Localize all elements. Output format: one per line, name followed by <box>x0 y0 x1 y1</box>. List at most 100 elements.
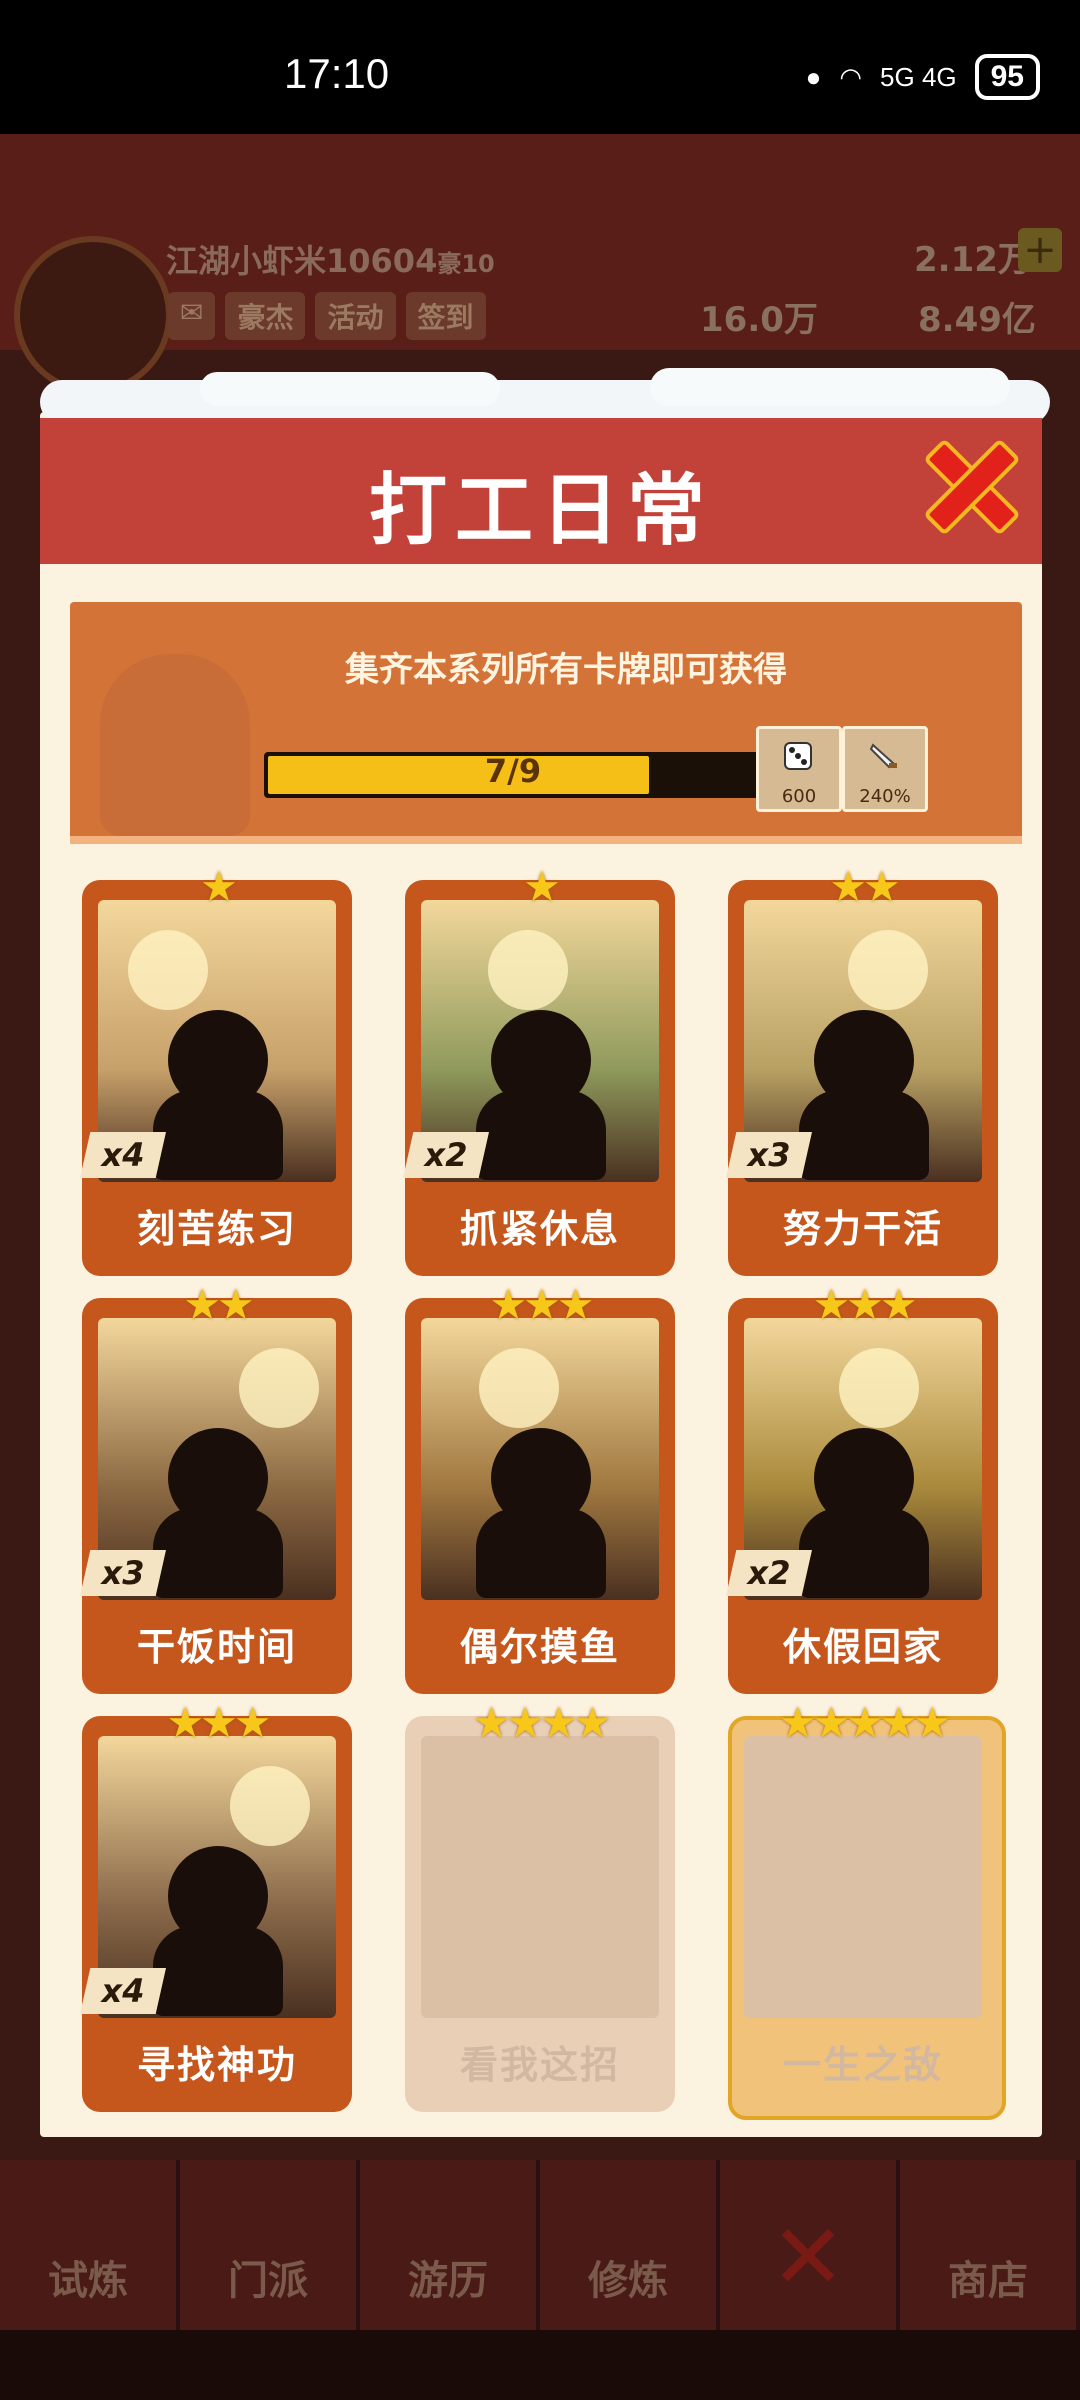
close-button[interactable] <box>924 438 1012 526</box>
card-count-badge: x2 <box>726 1550 812 1596</box>
sun-decoration <box>230 1766 310 1846</box>
reward-sword-value: 240% <box>859 786 911 807</box>
card-artwork <box>421 1318 659 1600</box>
star-rating-icon: ★★★★ <box>472 1698 612 1747</box>
card-count-badge: x2 <box>403 1132 489 1178</box>
card-name: 寻找神功 <box>136 2043 297 2087</box>
sun-decoration <box>479 1348 559 1428</box>
star-rating-icon: ★★★★★ <box>778 1698 951 1747</box>
dialog-title: 打工日常 <box>368 466 713 556</box>
sun-decoration <box>848 930 928 1010</box>
battery-icon: 95 <box>974 54 1040 100</box>
card-count-badge: x4 <box>80 1968 166 2014</box>
card-name: 一生之敌 <box>782 2043 943 2087</box>
card-item[interactable]: ★ 刻苦练习 x4 <box>80 862 352 1276</box>
sun-decoration <box>239 1348 319 1428</box>
reward-dice-value: 600 <box>781 786 817 807</box>
ninja-body-icon <box>799 1508 929 1598</box>
nav-cultivate[interactable]: 修炼 <box>540 2160 720 2330</box>
reward-sword[interactable]: 240% <box>842 726 928 812</box>
card-item[interactable]: ★★★ 寻找神功 x4 <box>80 1698 352 2112</box>
card-name: 偶尔摸鱼 <box>459 1625 620 1669</box>
star-rating-icon: ★★ <box>829 862 900 911</box>
activity-button[interactable]: 活动 <box>315 292 396 340</box>
banner-text: 集齐本系列所有卡牌即可获得 <box>345 650 787 690</box>
gems-value: 2.12万 <box>914 240 1032 280</box>
sword-icon <box>869 743 897 769</box>
signal-icon: 5G 4G <box>880 61 957 92</box>
wifi-icon: ◠ <box>839 61 863 92</box>
card-name: 抓紧休息 <box>459 1207 620 1251</box>
nav-trial[interactable]: 试炼 <box>0 2160 180 2330</box>
location-icon: ● <box>805 61 822 92</box>
nav-trial-label: 试炼 <box>48 2258 128 2304</box>
close-icon: ✕ <box>770 2205 846 2310</box>
dice-icon <box>784 742 812 770</box>
nav-travel-label: 游历 <box>408 2258 488 2304</box>
sun-decoration <box>128 930 208 1010</box>
top-mini-buttons: ✉ 豪杰 活动 签到 <box>168 292 486 340</box>
collection-banner: 集齐本系列所有卡牌即可获得 7/9 600 240% <box>70 602 1022 844</box>
add-gems-button[interactable]: + <box>1018 228 1062 272</box>
card-name: 休假回家 <box>782 1625 943 1669</box>
card-item[interactable]: ★★ 努力干活 x3 <box>726 862 998 1276</box>
snow-decoration <box>650 368 1010 406</box>
checkin-button[interactable]: 签到 <box>405 292 486 340</box>
card-item[interactable]: ★★★★ 看我这招 <box>405 1698 675 2112</box>
tokens-value: 16.0万 <box>700 300 818 340</box>
card-item[interactable]: ★ 抓紧休息 x2 <box>403 862 675 1276</box>
star-rating-icon: ★★ <box>183 1280 254 1329</box>
card-item[interactable]: ★★★★★ 一生之敌 <box>728 1698 1006 2120</box>
status-time: 17:10 <box>284 50 390 97</box>
bottom-nav: 试炼 门派 游历 修炼 ✕ 商店 <box>0 2160 1080 2330</box>
nav-cultivate-label: 修炼 <box>588 2258 668 2304</box>
card-item[interactable]: ★★★ 偶尔摸鱼 <box>405 1280 675 1694</box>
avatar[interactable] <box>14 236 172 394</box>
card-artwork <box>744 1736 982 2018</box>
gold-value: 8.49亿 <box>918 300 1036 340</box>
star-rating-icon: ★★★ <box>489 1280 595 1329</box>
star-rating-icon: ★ <box>523 862 561 911</box>
nav-travel[interactable]: 游历 <box>360 2160 540 2330</box>
sun-decoration <box>839 1348 919 1428</box>
nav-sect[interactable]: 门派 <box>180 2160 360 2330</box>
card-item[interactable]: ★★ 干饭时间 x3 <box>80 1280 352 1694</box>
card-count-badge: x4 <box>80 1132 166 1178</box>
ninja-body-icon <box>799 1090 929 1180</box>
banner-stripe <box>70 836 1022 844</box>
status-icons: ● ◠ 5G 4G 95 <box>806 54 1040 100</box>
card-name: 努力干活 <box>782 1207 943 1251</box>
player-name: 江湖小虾米10604豪10 <box>166 236 495 282</box>
mail-icon[interactable]: ✉ <box>168 292 216 340</box>
player-name-text: 江湖小虾米10604 <box>166 242 438 280</box>
ninja-body-icon <box>476 1090 606 1180</box>
nav-close[interactable]: ✕ <box>720 2160 900 2330</box>
ninja-body-icon <box>153 1508 283 1598</box>
sun-decoration <box>488 930 568 1010</box>
card-name: 看我这招 <box>459 2043 620 2087</box>
ninja-body-icon <box>476 1508 606 1598</box>
heroes-button[interactable]: 豪杰 <box>225 292 306 340</box>
snow-decoration <box>200 372 500 406</box>
dialog-header: 打工日常 <box>40 418 1042 564</box>
player-level: 豪10 <box>437 250 495 278</box>
card-name: 刻苦练习 <box>136 1207 297 1251</box>
collection-progress-bar: 7/9 <box>264 752 762 798</box>
status-bar: 17:10 ● ◠ 5G 4G 95 <box>0 0 1080 134</box>
star-rating-icon: ★★★ <box>166 1698 272 1747</box>
nav-shop-label: 商店 <box>948 2258 1028 2304</box>
reward-dice[interactable]: 600 <box>756 726 842 812</box>
progress-label: 7/9 <box>484 752 542 790</box>
card-item[interactable]: ★★★ 休假回家 x2 <box>726 1280 998 1694</box>
star-rating-icon: ★★★ <box>812 1280 918 1329</box>
ninja-body-icon <box>153 1926 283 2016</box>
star-rating-icon: ★ <box>200 862 238 911</box>
card-name: 干饭时间 <box>136 1625 297 1669</box>
card-count-badge: x3 <box>80 1550 166 1596</box>
gesture-bar <box>0 2330 1080 2400</box>
nav-sect-label: 门派 <box>228 2258 308 2304</box>
ninja-body-icon <box>153 1090 283 1180</box>
card-count-badge: x3 <box>726 1132 812 1178</box>
card-artwork <box>421 1736 659 2018</box>
nav-shop[interactable]: 商店 <box>900 2160 1080 2330</box>
